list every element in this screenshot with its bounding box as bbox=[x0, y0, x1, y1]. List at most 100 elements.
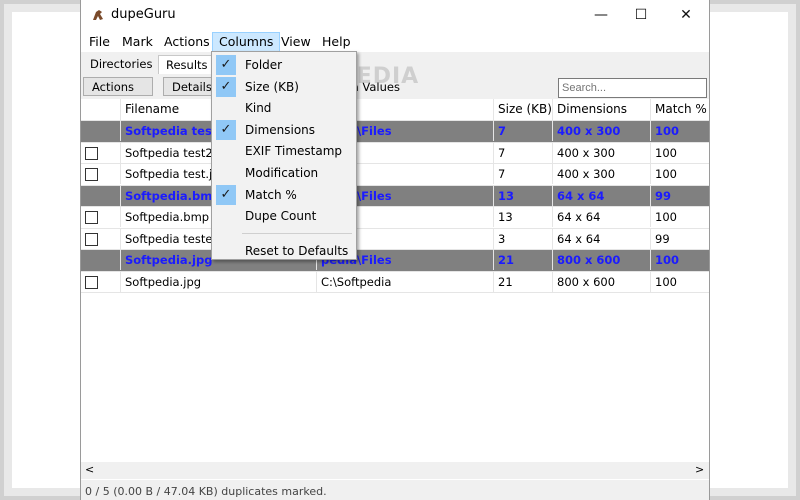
columns-menu-item[interactable]: ✓ Dimensions bbox=[212, 119, 356, 141]
columns-menu-item-label: Modification bbox=[245, 166, 319, 180]
marker-cell bbox=[81, 229, 120, 249]
group-reference-row[interactable]: Softpedia.bmppedia\Files1364 x 6499 bbox=[81, 185, 709, 207]
app-window: dupeGuru — ☐ ✕ File Mark Actions Columns… bbox=[80, 0, 710, 500]
size-cell: 21 bbox=[493, 250, 552, 270]
table-row[interactable]: Softpedia.jpg C:\Softpedia 21 800 x 600 100 bbox=[81, 271, 709, 293]
window-title: dupeGuru bbox=[111, 7, 176, 22]
mark-checkbox[interactable] bbox=[85, 211, 98, 224]
dimensions-cell: 400 x 300 bbox=[552, 121, 650, 141]
match-cell: 100 bbox=[650, 250, 709, 270]
columns-menu-item-label: Folder bbox=[245, 58, 283, 72]
columns-menu-item[interactable]: Modification bbox=[212, 163, 356, 184]
size-cell: 21 bbox=[493, 271, 552, 292]
columns-menu-item-label: Match % bbox=[245, 187, 297, 202]
header-size[interactable]: Size (KB) bbox=[493, 99, 552, 120]
table-row[interactable]: Softpedia tested.jpedia364 x 6499 bbox=[81, 228, 709, 250]
columns-menu-item-label: Dupe Count bbox=[245, 209, 317, 224]
columns-menu-item[interactable]: ✓ Folder bbox=[212, 55, 356, 76]
dimensions-cell: 64 x 64 bbox=[552, 185, 650, 206]
size-cell: 13 bbox=[493, 207, 552, 227]
search-input[interactable] bbox=[558, 78, 707, 98]
filename-cell: Softpedia.jpg bbox=[120, 271, 316, 292]
checkmark-icon: ✓ bbox=[216, 55, 236, 75]
match-cell: 99 bbox=[650, 185, 709, 206]
columns-menu-item[interactable]: Kind bbox=[212, 98, 356, 119]
table-header: Filename Size (KB) Dimensions Match % bbox=[81, 99, 709, 121]
checkmark-icon: ✓ bbox=[216, 76, 236, 97]
columns-menu-item[interactable]: ✓ Size (KB) bbox=[212, 76, 356, 98]
results-table: Filename Size (KB) Dimensions Match % So… bbox=[81, 99, 709, 293]
dimensions-cell: 400 x 300 bbox=[552, 142, 650, 163]
table-row[interactable]: Softpedia test2.jpgpedia7400 x 300100 bbox=[81, 142, 709, 164]
table-body: Softpedia test.jpgpedia\Files7400 x 3001… bbox=[81, 121, 709, 293]
mark-checkbox[interactable] bbox=[85, 168, 98, 181]
menu-actions[interactable]: Actions bbox=[158, 33, 216, 51]
match-cell: 100 bbox=[650, 164, 709, 184]
header-dimensions[interactable]: Dimensions bbox=[552, 99, 650, 120]
dupeguru-app-icon bbox=[93, 10, 103, 20]
dimensions-cell: 800 x 600 bbox=[552, 250, 650, 270]
table-row[interactable]: Softpedia test.jpgpedia7400 x 300100 bbox=[81, 164, 709, 186]
columns-menu-item-label: Size (KB) bbox=[245, 79, 299, 94]
size-cell: 7 bbox=[493, 121, 552, 141]
reset-to-defaults-item[interactable]: Reset to Defaults bbox=[212, 241, 356, 262]
tab-directories[interactable]: Directories bbox=[83, 55, 159, 74]
size-cell: 7 bbox=[493, 164, 552, 184]
match-cell: 99 bbox=[650, 228, 709, 249]
marker-cell bbox=[81, 207, 120, 227]
columns-menu-item-label: Kind bbox=[245, 101, 272, 116]
minimize-button[interactable]: — bbox=[586, 4, 616, 26]
horizontal-scrollbar[interactable]: < > bbox=[81, 462, 709, 479]
maximize-button[interactable]: ☐ bbox=[626, 4, 656, 26]
marker-cell bbox=[81, 143, 120, 163]
header-match[interactable]: Match % bbox=[650, 99, 709, 120]
size-cell: 13 bbox=[493, 185, 552, 206]
columns-menu-item-label: Dimensions bbox=[245, 122, 316, 137]
columns-menu-item[interactable]: Dupe Count bbox=[212, 206, 356, 227]
marker-cell bbox=[81, 164, 120, 184]
checkmark-icon: ✓ bbox=[216, 119, 236, 140]
match-cell: 100 bbox=[650, 121, 709, 141]
columns-menu-item[interactable]: ✓ Match % bbox=[212, 184, 356, 206]
match-cell: 100 bbox=[650, 271, 709, 292]
size-cell: 7 bbox=[493, 142, 552, 163]
columns-menu-item[interactable]: EXIF Timestamp bbox=[212, 141, 356, 162]
marker-cell bbox=[81, 250, 120, 270]
menu-mark[interactable]: Mark bbox=[116, 33, 159, 51]
marker-cell bbox=[81, 272, 120, 292]
menu-view[interactable]: View bbox=[275, 33, 317, 51]
table-row[interactable]: Softpedia.bmppedia1364 x 64100 bbox=[81, 207, 709, 229]
scroll-right-icon[interactable]: > bbox=[695, 463, 704, 476]
dimensions-cell: 64 x 64 bbox=[552, 228, 650, 249]
group-reference-row[interactable]: Softpedia test.jpgpedia\Files7400 x 3001… bbox=[81, 121, 709, 143]
size-cell: 3 bbox=[493, 228, 552, 249]
close-button[interactable]: ✕ bbox=[671, 4, 701, 26]
menu-file[interactable]: File bbox=[83, 33, 116, 51]
match-cell: 100 bbox=[650, 207, 709, 227]
match-cell: 100 bbox=[650, 142, 709, 163]
header-marker bbox=[81, 99, 120, 120]
menu-bar: File Mark Actions Columns View Help bbox=[81, 30, 709, 52]
dimensions-cell: 400 x 300 bbox=[552, 164, 650, 184]
menu-columns[interactable]: Columns bbox=[212, 32, 281, 52]
menu-separator bbox=[242, 232, 352, 234]
folder-cell: C:\Softpedia bbox=[316, 271, 493, 292]
mark-checkbox[interactable] bbox=[85, 146, 98, 160]
marker-cell bbox=[81, 121, 120, 141]
checkmark-icon: ✓ bbox=[216, 184, 236, 205]
columns-menu-item-label: EXIF Timestamp bbox=[245, 144, 343, 159]
dimensions-cell: 64 x 64 bbox=[552, 207, 650, 227]
dimensions-cell: 800 x 600 bbox=[552, 271, 650, 292]
marker-cell bbox=[81, 186, 120, 206]
status-bar: 0 / 5 (0.00 B / 47.04 KB) duplicates mar… bbox=[81, 480, 709, 500]
actions-button-label: Actions bbox=[92, 80, 135, 94]
group-reference-row[interactable]: Softpedia.jpg pedia\Files 21 800 x 600 100 bbox=[81, 250, 709, 272]
mark-checkbox[interactable] bbox=[85, 275, 98, 289]
actions-dropdown-button[interactable]: Actions▼ bbox=[83, 77, 153, 113]
mark-checkbox[interactable] bbox=[85, 232, 98, 246]
menu-help[interactable]: Help bbox=[316, 33, 357, 51]
scroll-left-icon[interactable]: < bbox=[85, 463, 94, 476]
title-bar: dupeGuru — ☐ ✕ bbox=[81, 0, 709, 30]
columns-menu: ✓ Folder ✓ Size (KB) Kind ✓ Dimensions EXIF Tim… bbox=[211, 51, 357, 260]
tab-results-label: Results bbox=[166, 58, 208, 72]
